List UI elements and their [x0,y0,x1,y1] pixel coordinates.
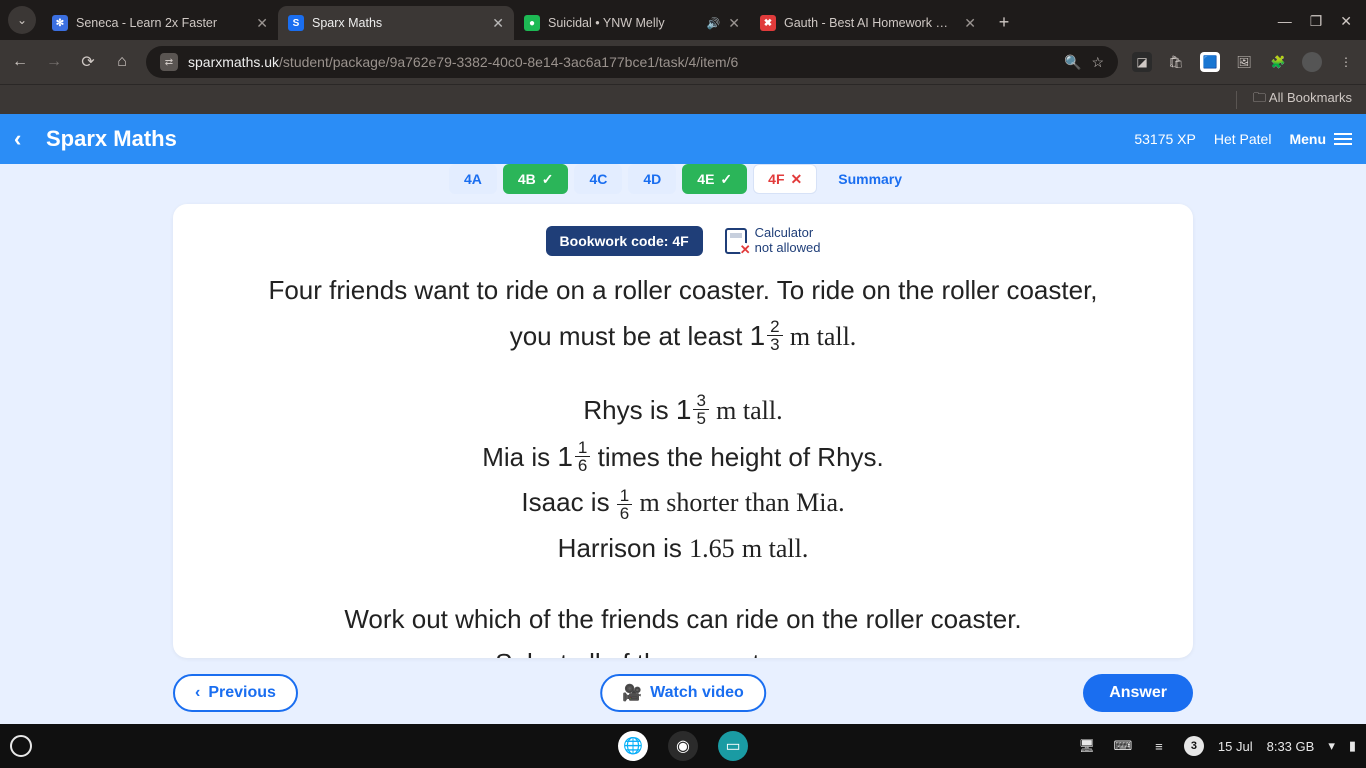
question-meta: Bookwork code: 4F Calculatornot allowed [207,226,1159,256]
new-tab-button[interactable]: + [990,8,1018,36]
tab-title: Sparx Maths [312,16,484,30]
shelf-status-area[interactable]: 🖥 ⌨ ≡ 3 15 Jul 8:33 GB ▾ ▮ [1076,735,1356,757]
tray-keyboard-icon[interactable]: ⌨ [1112,735,1134,757]
extension-icon[interactable]: 🛍 [1166,52,1186,72]
notification-badge[interactable]: 3 [1184,736,1204,756]
tab-close-icon[interactable]: ✕ [728,15,740,32]
task-pill-4d[interactable]: 4D [628,164,676,194]
sparx-menu-button[interactable]: Menu [1289,131,1352,147]
tab-sparx[interactable]: S Sparx Maths ✕ [278,6,514,40]
bookwork-code: Bookwork code: 4F [546,226,703,256]
extension-icon[interactable]: ◪ [1132,52,1152,72]
tab-favicon: ✖ [760,15,776,31]
nav-forward-icon[interactable]: → [44,53,64,71]
tab-close-icon[interactable]: ✕ [964,15,976,32]
tab-gauth[interactable]: ✖ Gauth - Best AI Homework Help ✕ [750,6,986,40]
extension-icon[interactable]: 🟦 [1200,52,1220,72]
hamburger-icon [1334,133,1352,145]
audio-playing-icon[interactable]: 🔊 [707,17,721,30]
tab-close-icon[interactable]: ✕ [492,15,504,32]
menu-label: Menu [1289,131,1326,147]
task-pill-4c[interactable]: 4C [574,164,622,194]
action-bar: ‹ Previous 🎥 Watch video Answer [173,674,1193,712]
all-bookmarks-label: All Bookmarks [1269,90,1352,105]
extensions-area: ◪ 🛍 🟦 🖼 🧩 ⋮ [1132,52,1356,72]
sparx-back-button[interactable]: ‹ [14,126,46,152]
calculator-status: Calculatornot allowed [725,226,821,256]
tab-favicon: ✻ [52,15,68,31]
nav-home-icon[interactable]: ⌂ [112,53,132,71]
profile-avatar[interactable] [1302,52,1322,72]
browser-toolbar: ← → ⟳ ⌂ ⇄ sparxmaths.uk/student/package/… [0,40,1366,84]
bookmarks-bar: 🗀 All Bookmarks [0,84,1366,114]
xp-label: 53175 XP [1134,131,1196,147]
task-pill-4b[interactable]: 4B [503,164,569,194]
window-close-icon[interactable]: ✕ [1340,13,1352,30]
window-controls: — ❐ ✕ [1278,13,1366,40]
question-card: Bookwork code: 4F Calculatornot allowed … [173,204,1193,658]
address-bar[interactable]: ⇄ sparxmaths.uk/student/package/9a762e79… [146,46,1118,78]
nav-back-icon[interactable]: ← [10,53,30,71]
window-minimize-icon[interactable]: — [1278,13,1292,30]
sparx-header: ‹ Sparx Maths 53175 XP Het Patel Menu [0,114,1366,164]
page-surface: 4A 4B 4C 4D 4E 4F Summary Bookwork code:… [0,164,1366,724]
extensions-puzzle-icon[interactable]: 🧩 [1268,52,1288,72]
sparx-brand: Sparx Maths [46,126,177,152]
tab-seneca[interactable]: ✻ Seneca - Learn 2x Faster ✕ [42,6,278,40]
tab-close-icon[interactable]: ✕ [256,15,268,32]
browser-tabstrip: ⌄ ✻ Seneca - Learn 2x Faster ✕ S Sparx M… [0,0,1366,40]
shelf-app-icon[interactable]: ◉ [668,731,698,761]
tab-search-button[interactable]: ⌄ [8,6,36,34]
check-icon [720,171,732,188]
chromeos-shelf: 🌐 ◉ ▭ 🖥 ⌨ ≡ 3 15 Jul 8:33 GB ▾ ▮ [0,724,1366,768]
bookmark-star-icon[interactable]: ☆ [1091,54,1104,71]
tab-title: Suicidal • YNW Melly [548,16,699,30]
task-pill-4a[interactable]: 4A [449,164,497,194]
tab-title: Seneca - Learn 2x Faster [76,16,248,30]
chrome-menu-icon[interactable]: ⋮ [1336,52,1356,72]
calculator-not-allowed-icon [725,228,747,254]
previous-button[interactable]: ‹ Previous [173,674,298,712]
window-restore-icon[interactable]: ❐ [1310,13,1323,30]
shelf-status-text: 8:33 GB [1267,739,1315,754]
url-text: sparxmaths.uk/student/package/9a762e79-3… [188,54,1054,70]
task-nav: 4A 4B 4C 4D 4E 4F Summary [0,164,1366,200]
extension-icon[interactable]: 🖼 [1234,52,1254,72]
tray-screenshot-icon[interactable]: 🖥 [1076,735,1098,757]
tray-playlist-icon[interactable]: ≡ [1148,735,1170,757]
answer-button[interactable]: Answer [1083,674,1193,712]
shelf-apps: 🌐 ◉ ▭ [618,731,748,761]
wifi-icon: ▾ [1328,738,1335,754]
tab-spotify[interactable]: ● Suicidal • YNW Melly 🔊 ✕ [514,6,750,40]
check-icon [542,171,554,188]
tab-favicon: ● [524,15,540,31]
shelf-date: 15 Jul [1218,739,1253,754]
tab-title: Gauth - Best AI Homework Help [784,16,956,30]
cross-icon [791,171,803,188]
question-text: Four friends want to ride on a roller co… [207,270,1159,658]
task-pill-4f[interactable]: 4F [753,164,817,194]
shelf-chrome-icon[interactable]: 🌐 [618,731,648,761]
nav-reload-icon[interactable]: ⟳ [78,52,98,72]
launcher-button[interactable] [10,735,32,757]
user-name: Het Patel [1214,131,1272,147]
site-info-icon[interactable]: ⇄ [160,53,178,71]
task-summary-button[interactable]: Summary [823,164,917,194]
all-bookmarks-button[interactable]: 🗀 All Bookmarks [1253,89,1352,111]
shelf-app-icon[interactable]: ▭ [718,731,748,761]
watch-video-button[interactable]: 🎥 Watch video [600,674,766,712]
task-pill-4e[interactable]: 4E [682,164,747,194]
tab-favicon: S [288,15,304,31]
battery-icon: ▮ [1349,738,1356,754]
divider [1236,91,1237,109]
zoom-icon[interactable]: 🔍 [1064,54,1081,71]
